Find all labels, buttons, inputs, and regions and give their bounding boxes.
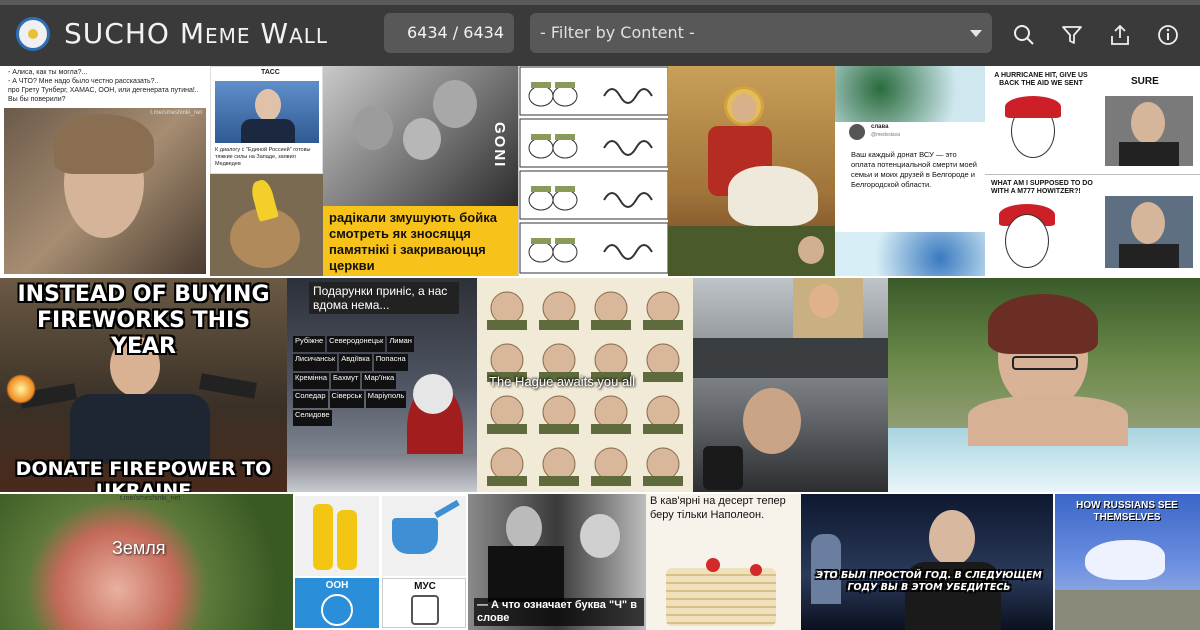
- meme-text: радікали змушують бойка смотреть як знос…: [329, 210, 497, 273]
- meme-image: [835, 232, 985, 276]
- chevron-down-icon: [970, 30, 982, 37]
- meme-text: Ваш каждый донат ВСУ — это оплата потенц…: [851, 150, 977, 189]
- watermark: t.me/smeshinki_net: [150, 110, 202, 116]
- top-bar: SUCHO Meme Wall 6434 / 6434 - Filter by …: [0, 0, 1200, 66]
- meme-text-left: ООН: [325, 580, 349, 591]
- meme-image: [1105, 196, 1193, 268]
- icc-panel: МУС: [382, 578, 466, 628]
- meme-tile-cat-banana[interactable]: [210, 174, 323, 276]
- app-title: SUCHO Meme Wall: [64, 17, 329, 50]
- meme-text: В кав'ярні на десерт тепер беру тільки Н…: [650, 495, 786, 521]
- meme-tile-gifts[interactable]: Подарунки приніс, а нас вдома нема... Ру…: [287, 278, 477, 492]
- meme-tile-bath[interactable]: [888, 278, 1200, 492]
- meme-text: — А что означает буква "Ч" в слове: [474, 598, 644, 626]
- meme-text: Земля: [112, 538, 166, 558]
- meme-tile-putin[interactable]: ЭТО БЫЛ ПРОСТОЙ ГОД. В СЛЕДУЮЩЕМ ГОДУ ВЫ…: [801, 494, 1053, 630]
- meme-image: t.me/smeshinki_net: [4, 108, 206, 274]
- meme-tile-tass[interactable]: ТАСС К диалогу с "Единой Россией" готовы…: [210, 66, 323, 174]
- meme-text: HOW RUSSIANS SEE THEMSELVES: [1076, 500, 1178, 523]
- meme-counter: 6434 / 6434: [384, 13, 514, 53]
- info-icon[interactable]: [1155, 22, 1181, 48]
- meme-image: [835, 66, 985, 122]
- sucho-logo: [16, 17, 50, 51]
- meme-text: - Алиса, как ты могла?... - А ЧТО? Мне н…: [8, 69, 199, 103]
- meme-image: [382, 496, 466, 576]
- meme-image: [215, 81, 319, 143]
- filter-placeholder: - Filter by Content -: [540, 23, 695, 42]
- meme-text: ЭТО БЫЛ ПРОСТОЙ ГОД. В СЛЕДУЮЩЕМ ГОДУ ВЫ…: [816, 570, 1042, 593]
- un-panel: ООН: [295, 578, 379, 628]
- meme-text-bottom: DONATE FIREPOWER TO UKRAINE: [15, 458, 272, 492]
- meme-text: Подарунки приніс, а нас вдома нема...: [309, 282, 459, 314]
- meme-tile-stirlitz[interactable]: — А что означает буква "Ч" в слове: [468, 494, 646, 630]
- meme-image: [1105, 96, 1193, 166]
- meme-text: К диалогу с "Единой Россией" готовы тяжк…: [215, 147, 311, 167]
- content-filter-select[interactable]: - Filter by Content -: [530, 13, 992, 53]
- meme-text-top-left: A HURRICANE HIT, GIVE US BACK THE AID WE…: [994, 72, 1088, 87]
- meme-text-right: МУС: [414, 581, 436, 592]
- meme-tile-icon-painting[interactable]: [668, 66, 835, 276]
- meme-tile-slava-tweet[interactable]: слава @medvslava Ваш каждый донат ВСУ — …: [835, 66, 985, 276]
- filter-icon[interactable]: [1059, 22, 1085, 48]
- meme-text-top: INSTEAD OF BUYING FIREWORKS THIS YEAR: [17, 282, 270, 359]
- comic-drawing: [519, 66, 668, 274]
- tweet-handle: @medvslava: [871, 132, 900, 138]
- meme-header: ТАСС: [261, 69, 280, 76]
- meme-tile-un-icc[interactable]: ООН МУС: [293, 494, 468, 630]
- meme-wall: - Алиса, как ты могла?... - А ЧТО? Мне н…: [0, 66, 1200, 630]
- meme-tile-russians[interactable]: HOW RUSSIANS SEE THEMSELVES: [1055, 494, 1200, 630]
- search-icon[interactable]: [1011, 22, 1037, 48]
- meme-tile-zemlya[interactable]: Земля t.me/smeshinki_net: [0, 494, 293, 630]
- tweet-name: слава: [871, 124, 889, 130]
- meme-image: [295, 496, 379, 576]
- meme-tile-napoleon[interactable]: В кав'ярні на десерт тепер беру тільки Н…: [646, 494, 801, 630]
- meme-text-top-right: SURE: [1131, 76, 1159, 87]
- meme-image: GONI: [323, 66, 518, 206]
- meme-text: The Hague awaits you all: [489, 374, 635, 389]
- goni-logo: GONI: [491, 122, 508, 169]
- meme-tile-birds-comic[interactable]: [518, 66, 668, 276]
- meme-tile-fireworks[interactable]: INSTEAD OF BUYING FIREWORKS THIS YEAR DO…: [0, 278, 287, 492]
- meme-tile-goni[interactable]: GONI радікали змушують бойка смотреть як…: [323, 66, 518, 276]
- meme-tile-alisa[interactable]: - Алиса, как ты могла?... - А ЧТО? Мне н…: [0, 66, 210, 276]
- meme-text-bottom: WHAT AM I SUPPOSED TO DO WITH A M777 HOW…: [991, 180, 1093, 195]
- watermark: t.me/smeshinki_net: [120, 495, 181, 502]
- share-icon[interactable]: [1107, 22, 1133, 48]
- meme-tile-hague[interactable]: The Hague awaits you all: [477, 278, 693, 492]
- town-labels: Рубіжне Северодонецьк Лиман Лисичанськ А…: [293, 336, 423, 426]
- meme-tile-car-selfie[interactable]: [693, 278, 888, 492]
- meme-tile-hurricane[interactable]: A HURRICANE HIT, GIVE US BACK THE AID WE…: [985, 66, 1200, 276]
